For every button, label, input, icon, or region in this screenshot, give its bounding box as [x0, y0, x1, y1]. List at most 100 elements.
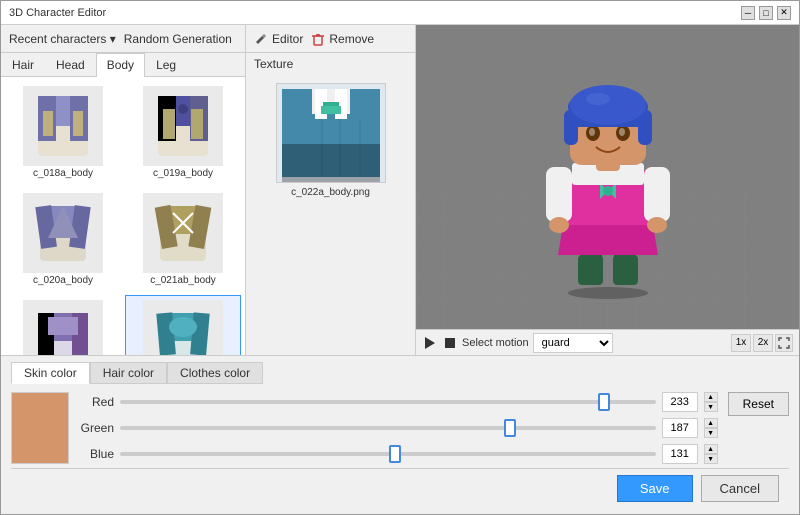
right-panel: Select motion guard walk run idle 1x 2x: [416, 25, 799, 355]
blue-slider-row: Blue ▲ ▼: [79, 444, 718, 464]
red-spin-down[interactable]: ▼: [704, 402, 718, 412]
stop-icon: [445, 338, 455, 348]
list-item[interactable]: c_018a_body: [5, 81, 121, 184]
select-motion-label: Select motion: [462, 337, 529, 349]
tab-leg[interactable]: Leg: [145, 53, 187, 76]
color-sliders: Red ▲ ▼ Green ▲ ▼: [11, 392, 789, 464]
item-label: c_018a_body: [33, 168, 93, 179]
texture-svg: [277, 84, 385, 182]
character-grid: c_018a_body: [1, 77, 245, 355]
editor-button[interactable]: Editor: [254, 32, 303, 46]
green-spin-up[interactable]: ▲: [704, 418, 718, 428]
window-controls: ─ □ ✕: [741, 6, 791, 20]
list-item[interactable]: c_022a_body: [125, 295, 241, 355]
color-tab-hair[interactable]: Hair color: [90, 362, 167, 384]
remove-label: Remove: [329, 32, 374, 46]
list-item[interactable]: c_021a_body: [5, 295, 121, 355]
item-svg: [148, 198, 218, 268]
motion-select[interactable]: guard walk run idle: [533, 333, 613, 353]
color-preview: [11, 392, 69, 464]
minimize-button[interactable]: ─: [741, 6, 755, 20]
sliders-column: Red ▲ ▼ Green ▲ ▼: [79, 392, 718, 464]
color-tab-clothes[interactable]: Clothes color: [167, 362, 263, 384]
item-thumbnail: [143, 86, 223, 166]
bottom-panel: Skin color Hair color Clothes color Red …: [1, 355, 799, 514]
red-spin-up[interactable]: ▲: [704, 392, 718, 402]
blue-slider[interactable]: [120, 452, 656, 456]
green-value-input[interactable]: [662, 418, 698, 438]
tab-head[interactable]: Head: [45, 53, 96, 76]
fullscreen-icon: [778, 337, 790, 349]
speed-1x-button[interactable]: 1x: [731, 334, 751, 352]
item-svg: [28, 198, 98, 268]
blue-spinner: ▲ ▼: [704, 444, 718, 464]
left-top-bar: Recent characters ▾ Random Generation: [1, 25, 245, 53]
color-tab-skin[interactable]: Skin color: [11, 362, 90, 384]
motion-bar: Select motion guard walk run idle 1x 2x: [416, 329, 799, 355]
close-button[interactable]: ✕: [777, 6, 791, 20]
character-svg: [528, 55, 688, 300]
body-tabs-row: Hair Head Body Leg: [1, 53, 245, 77]
texture-filename: c_022a_body.png: [291, 187, 370, 198]
left-panel: Recent characters ▾ Random Generation Ha…: [1, 25, 246, 355]
viewport: [416, 25, 799, 329]
list-item[interactable]: c_019a_body: [125, 81, 241, 184]
green-label: Green: [79, 421, 114, 435]
tab-hair[interactable]: Hair: [1, 53, 45, 76]
character-display: [416, 25, 799, 329]
random-generation-button[interactable]: Random Generation: [124, 32, 232, 46]
trash-icon: [311, 32, 325, 46]
grid-inner: c_018a_body: [5, 81, 241, 355]
list-item[interactable]: c_020a_body: [5, 188, 121, 291]
save-button[interactable]: Save: [617, 475, 693, 502]
blue-value-input[interactable]: [662, 444, 698, 464]
color-tabs-row: Skin color Hair color Clothes color: [11, 362, 789, 384]
cancel-button[interactable]: Cancel: [701, 475, 779, 502]
bottom-actions: Save Cancel: [11, 468, 789, 508]
item-thumbnail: [23, 300, 103, 355]
tab-body[interactable]: Body: [96, 53, 145, 77]
texture-area: c_022a_body.png: [246, 75, 415, 355]
green-slider-row: Green ▲ ▼: [79, 418, 718, 438]
stop-button[interactable]: [442, 335, 458, 351]
maximize-button[interactable]: □: [759, 6, 773, 20]
green-slider[interactable]: [120, 426, 656, 430]
item-label: c_020a_body: [33, 275, 93, 286]
red-slider[interactable]: [120, 400, 656, 404]
item-label: c_021ab_body: [150, 275, 216, 286]
speed-buttons: 1x 2x: [731, 334, 793, 352]
mid-toolbar: Editor Remove: [246, 25, 415, 53]
speed-2x-button[interactable]: 2x: [753, 334, 773, 352]
editor-label: Editor: [272, 32, 303, 46]
play-button[interactable]: [422, 335, 438, 351]
blue-spin-up[interactable]: ▲: [704, 444, 718, 454]
main-content: Recent characters ▾ Random Generation Ha…: [1, 25, 799, 355]
item-thumbnail: [23, 193, 103, 273]
recent-characters-button[interactable]: Recent characters ▾: [9, 32, 116, 46]
item-thumbnail: [143, 300, 223, 355]
item-svg: [148, 91, 218, 161]
red-spinner: ▲ ▼: [704, 392, 718, 412]
reset-column: Reset: [728, 392, 789, 418]
mid-panel: Editor Remove Texture: [246, 25, 416, 355]
item-thumbnail: [23, 86, 103, 166]
red-value-input[interactable]: [662, 392, 698, 412]
texture-label: Texture: [246, 53, 415, 75]
main-window: 3D Character Editor ─ □ ✕ Recent charact…: [0, 0, 800, 515]
list-item[interactable]: c_021ab_body: [125, 188, 241, 291]
item-svg: [28, 305, 98, 355]
red-label: Red: [79, 395, 114, 409]
green-spin-down[interactable]: ▼: [704, 428, 718, 438]
item-svg: [148, 305, 218, 355]
remove-button[interactable]: Remove: [311, 32, 374, 46]
play-icon: [425, 337, 435, 349]
blue-spin-down[interactable]: ▼: [704, 454, 718, 464]
texture-thumbnail[interactable]: [276, 83, 386, 183]
reset-button[interactable]: Reset: [728, 392, 789, 416]
window-title: 3D Character Editor: [9, 7, 106, 19]
title-bar: 3D Character Editor ─ □ ✕: [1, 1, 799, 25]
fullscreen-button[interactable]: [775, 334, 793, 352]
blue-label: Blue: [79, 447, 114, 461]
pencil-icon: [254, 32, 268, 46]
red-slider-row: Red ▲ ▼: [79, 392, 718, 412]
